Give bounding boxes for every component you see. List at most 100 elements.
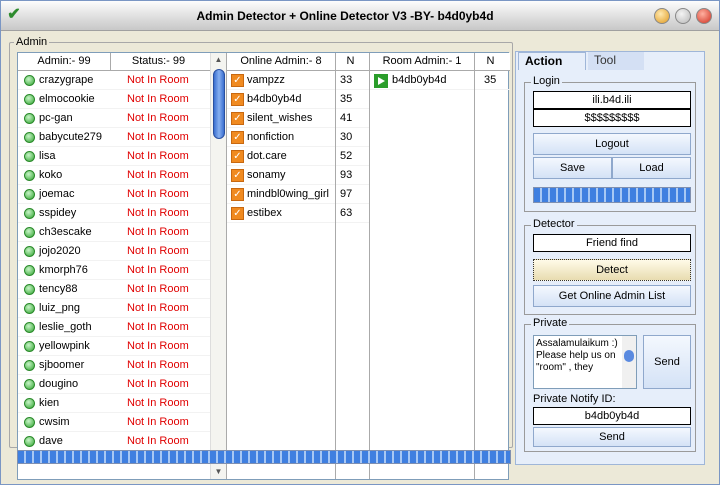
admin-row[interactable]: leslie_goth Not In Room xyxy=(18,318,210,337)
admin-row[interactable]: yellowpink Not In Room xyxy=(18,337,210,356)
checkbox-icon[interactable]: ✓ xyxy=(231,207,244,220)
close-button[interactable] xyxy=(696,8,712,24)
room-admin-list[interactable]: Room Admin:- 1N b4db0yb4d 35 xyxy=(370,53,510,479)
get-online-admin-list-button[interactable]: Get Online Admin List xyxy=(533,285,691,307)
admin-row[interactable]: lisa Not In Room xyxy=(18,147,210,166)
private-message-text: Assalamulaikum :) Please help us on "roo… xyxy=(536,338,618,373)
maximize-button[interactable] xyxy=(675,8,691,24)
admin-row[interactable]: joemac Not In Room xyxy=(18,185,210,204)
room-admin-count-header[interactable]: Room Admin:- 1 xyxy=(370,53,474,70)
online-status-icon xyxy=(24,398,35,409)
online-admin-row[interactable]: ✓ sonamy 93 xyxy=(227,166,369,185)
admin-row[interactable]: dougino Not In Room xyxy=(18,375,210,394)
admin-list-scrollbar[interactable]: ▲ ▼ xyxy=(210,53,226,479)
admin-status: Not In Room xyxy=(127,359,189,371)
admin-row[interactable]: luiz_png Not In Room xyxy=(18,299,210,318)
admin-name: babycute279 xyxy=(39,131,102,143)
admin-row[interactable]: cwsim Not In Room xyxy=(18,413,210,432)
send-notify-button[interactable]: Send xyxy=(533,427,691,447)
title-bar[interactable]: ✔ Admin Detector + Online Detector V3 -B… xyxy=(1,1,719,31)
online-status-icon xyxy=(24,379,35,390)
admin-list-header[interactable]: Admin:- 99 Status:- 99 xyxy=(18,53,210,71)
admin-row[interactable]: elmocookie Not In Room xyxy=(18,90,210,109)
online-status-icon xyxy=(24,132,35,143)
checkbox-icon[interactable]: ✓ xyxy=(231,74,244,87)
scroll-up-icon[interactable]: ▲ xyxy=(211,53,226,67)
online-admin-row[interactable]: ✓ mindbl0wing_girl 97 xyxy=(227,185,369,204)
checkbox-icon[interactable]: ✓ xyxy=(231,169,244,182)
online-admin-row[interactable]: ✓ nonfiction 30 xyxy=(227,128,369,147)
room-admin-header[interactable]: Room Admin:- 1N xyxy=(370,53,510,71)
admin-status: Not In Room xyxy=(127,397,189,409)
logout-button[interactable]: Logout xyxy=(533,133,691,155)
admin-row[interactable]: ch3escake Not In Room xyxy=(18,223,210,242)
online-admin-row[interactable]: ✓ silent_wishes 41 xyxy=(227,109,369,128)
admin-name: koko xyxy=(39,169,63,181)
admin-row[interactable]: sjboomer Not In Room xyxy=(18,356,210,375)
admin-status: Not In Room xyxy=(127,112,189,124)
save-button[interactable]: Save xyxy=(533,157,612,179)
online-admin-row[interactable]: ✓ estibex 63 xyxy=(227,204,369,223)
online-n-header[interactable]: N xyxy=(335,53,365,70)
online-admin-list[interactable]: Online Admin:- 8N ✓ vampzz 33 ✓ b4db0yb4d 35 ✓… xyxy=(227,53,369,479)
checkbox-icon[interactable]: ✓ xyxy=(231,188,244,201)
username-field[interactable]: ili.b4d.ili xyxy=(533,91,691,109)
admin-row[interactable]: jojo2020 Not In Room xyxy=(18,242,210,261)
online-admin-name: sonamy xyxy=(247,169,286,181)
admin-status: Not In Room xyxy=(127,207,189,219)
scroll-down-icon[interactable]: ▼ xyxy=(211,465,226,479)
online-admin-header[interactable]: Online Admin:- 8N xyxy=(227,53,369,71)
online-admin-n: 93 xyxy=(340,169,353,181)
minimize-button[interactable] xyxy=(654,8,670,24)
room-n-header[interactable]: N xyxy=(474,53,506,70)
message-scroll-thumb[interactable] xyxy=(624,350,634,362)
admin-name: kmorph76 xyxy=(39,264,88,276)
private-message-input[interactable]: Assalamulaikum :) Please help us on "roo… xyxy=(533,335,637,389)
online-admin-row[interactable]: ✓ b4db0yb4d 35 xyxy=(227,90,369,109)
admin-list[interactable]: Admin:- 99 Status:- 99 crazygrape Not In R… xyxy=(18,53,210,479)
admin-row[interactable]: kien Not In Room xyxy=(18,394,210,413)
tab-strip: Action Tool xyxy=(516,52,704,70)
online-status-icon xyxy=(24,113,35,124)
notify-id-field[interactable]: b4db0yb4d xyxy=(533,407,691,425)
admin-name: tency88 xyxy=(39,283,78,295)
friend-find-field[interactable]: Friend find xyxy=(533,234,691,252)
admin-name: elmocookie xyxy=(39,93,95,105)
room-rows: b4db0yb4d 35 xyxy=(370,71,510,90)
admin-row[interactable]: pc-gan Not In Room xyxy=(18,109,210,128)
admin-group-legend: Admin xyxy=(16,36,48,48)
admin-row[interactable]: tency88 Not In Room xyxy=(18,280,210,299)
load-button[interactable]: Load xyxy=(612,157,691,179)
online-admin-row[interactable]: ✓ vampzz 33 xyxy=(227,71,369,90)
admin-status: Not In Room xyxy=(127,340,189,352)
send-private-button[interactable]: Send xyxy=(643,335,691,389)
online-admin-count-header[interactable]: Online Admin:- 8 xyxy=(227,53,335,70)
private-group: Private Assalamulaikum :) Please help us… xyxy=(524,317,696,452)
admin-row[interactable]: kmorph76 Not In Room xyxy=(18,261,210,280)
admin-row[interactable]: dave Not In Room xyxy=(18,432,210,451)
admin-name: joemac xyxy=(39,188,75,200)
online-admin-row[interactable]: ✓ dot.care 52 xyxy=(227,147,369,166)
admin-name: cwsim xyxy=(39,416,70,428)
detect-button[interactable]: Detect xyxy=(533,259,691,281)
checkbox-icon[interactable]: ✓ xyxy=(231,150,244,163)
admin-row[interactable]: crazygrape Not In Room xyxy=(18,71,210,90)
message-scrollbar[interactable] xyxy=(622,336,636,388)
room-admin-row[interactable]: b4db0yb4d 35 xyxy=(370,71,510,90)
checkbox-icon[interactable]: ✓ xyxy=(231,131,244,144)
checkbox-icon[interactable]: ✓ xyxy=(231,112,244,125)
admin-row[interactable]: babycute279 Not In Room xyxy=(18,128,210,147)
admin-row[interactable]: koko Not In Room xyxy=(18,166,210,185)
online-status-icon xyxy=(24,360,35,371)
tab-tool[interactable]: Tool xyxy=(588,52,644,70)
scroll-thumb[interactable] xyxy=(213,69,225,139)
online-admin-name: mindbl0wing_girl xyxy=(247,188,329,200)
online-admin-name: vampzz xyxy=(247,74,285,86)
password-field[interactable]: $$$$$$$$$ xyxy=(533,109,691,127)
tab-action[interactable]: Action xyxy=(518,52,586,70)
checkbox-icon[interactable]: ✓ xyxy=(231,93,244,106)
admin-count-header[interactable]: Admin:- 99 xyxy=(18,53,110,70)
admin-row[interactable]: sspidey Not In Room xyxy=(18,204,210,223)
status-count-header[interactable]: Status:- 99 xyxy=(110,53,206,70)
detector-group: Detector Friend find Detect Get Online A… xyxy=(524,218,696,315)
